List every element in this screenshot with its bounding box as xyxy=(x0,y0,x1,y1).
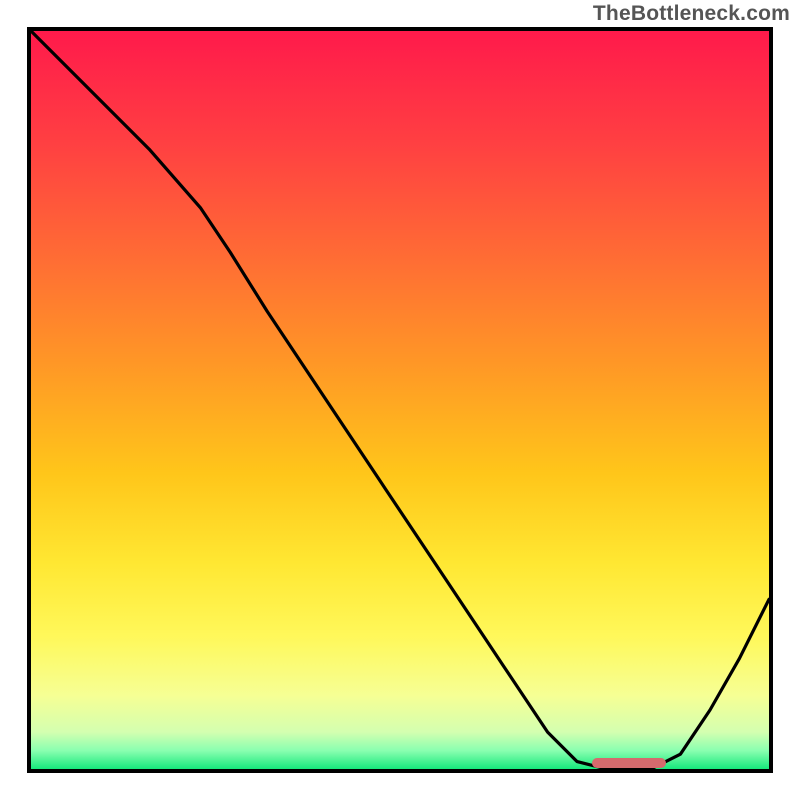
chart-container: TheBottleneck.com xyxy=(0,0,800,800)
bottleneck-curve xyxy=(31,31,769,769)
watermark-text: TheBottleneck.com xyxy=(593,2,790,26)
optimal-range-marker xyxy=(592,758,666,768)
plot-frame xyxy=(27,27,773,773)
